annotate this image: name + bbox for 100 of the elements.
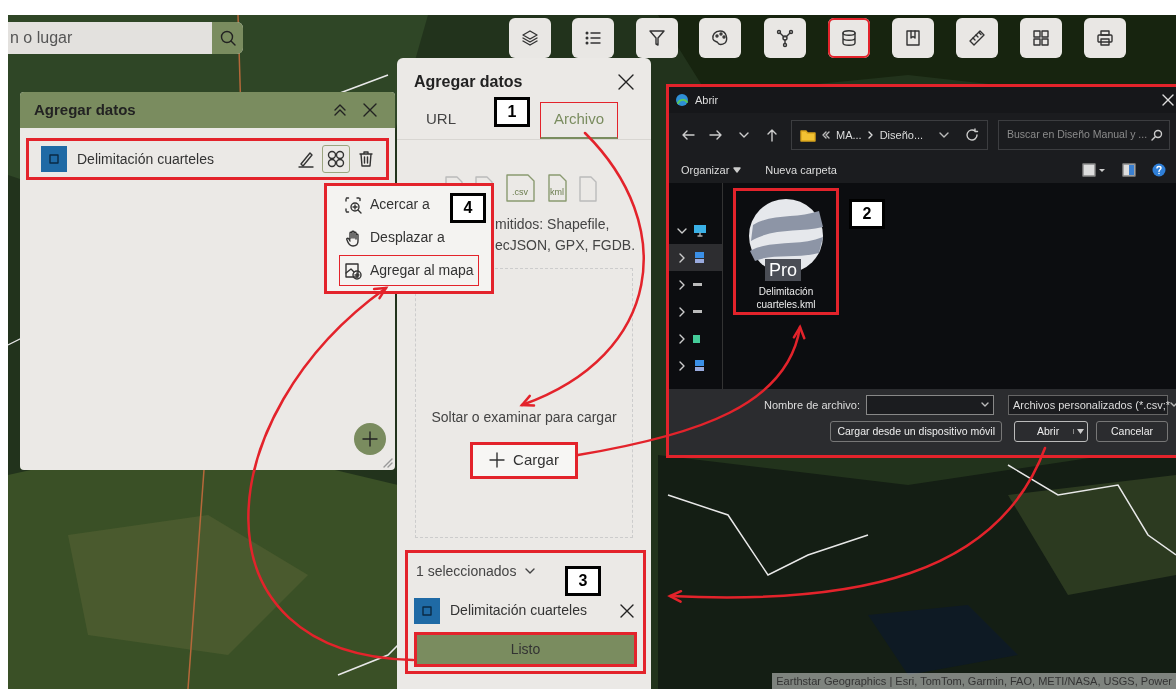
- drive-icon: [693, 250, 707, 265]
- callout-number: 1: [494, 97, 530, 127]
- pro-badge: Pro: [765, 259, 801, 281]
- trash-icon: [356, 149, 376, 169]
- chevron-down-icon: [1170, 402, 1176, 408]
- dropdown-arrow-icon: [733, 167, 742, 173]
- chevron-down-icon: [981, 402, 989, 408]
- supported-formats-text: ecJSON, GPX, FGDB.: [495, 235, 637, 255]
- print-button[interactable]: [1084, 18, 1126, 58]
- cancel-button[interactable]: Cancelar: [1096, 421, 1168, 442]
- folder-icon: [800, 128, 816, 142]
- file-item[interactable]: Pro Delimitación cuarteles.kml: [733, 188, 839, 315]
- add-button[interactable]: [354, 423, 386, 455]
- arrow-left-icon: [681, 128, 695, 142]
- close-icon: [1162, 94, 1174, 106]
- panel-title: Agregar datos: [34, 99, 136, 120]
- search-icon: [218, 29, 237, 47]
- dropdown-arrow-icon: [1077, 429, 1084, 434]
- breadcrumb-item[interactable]: MA...: [836, 126, 862, 144]
- menu-item[interactable]: Acercar a: [339, 189, 435, 220]
- chevron-down-icon: [939, 131, 949, 139]
- monitor-icon: [693, 223, 707, 238]
- search-field[interactable]: n o lugar: [8, 25, 208, 51]
- panel-title: Agregar datos: [414, 72, 523, 92]
- actions-button[interactable]: [322, 145, 350, 173]
- close-button[interactable]: [1160, 92, 1176, 108]
- resize-grip-icon: [383, 458, 393, 468]
- app-icon: [675, 93, 689, 107]
- grid-button[interactable]: [1020, 18, 1062, 58]
- map-attribution: Earthstar Geographics | Esri, TomTom, Garmin, FAO, METI/NASA, USGS, Power: [772, 672, 1176, 689]
- callout-number: 2: [849, 199, 885, 229]
- arrow-right-icon: [709, 128, 723, 142]
- toolbar-button[interactable]: Nueva carpeta: [763, 159, 839, 181]
- selection-dropdown[interactable]: 1 seleccionados: [414, 558, 539, 584]
- plus-icon: [361, 430, 379, 448]
- drive-icon: [693, 358, 707, 373]
- close-icon: [619, 602, 635, 619]
- callout-number: 4: [450, 193, 486, 223]
- file-icon: [578, 175, 598, 202]
- help-icon: [1152, 163, 1166, 177]
- toolbar-button[interactable]: Organizar: [679, 159, 744, 181]
- chevron-right-icon: [677, 306, 687, 317]
- network-icon: [775, 28, 795, 48]
- menu-item[interactable]: Agregar al mapa: [339, 255, 479, 286]
- tab[interactable]: URL: [397, 102, 485, 139]
- bookmark-button[interactable]: [892, 18, 934, 58]
- search-bar[interactable]: n o lugar: [8, 22, 243, 54]
- layer-name: Delimitación cuarteles: [450, 601, 587, 620]
- close-icon: [617, 73, 635, 91]
- filter-icon: [647, 28, 667, 48]
- callout-number: 3: [565, 566, 601, 596]
- print-icon: [1095, 28, 1115, 48]
- filename-field[interactable]: [866, 395, 994, 415]
- four-circles-icon: [325, 148, 347, 170]
- search-box[interactable]: Buscar en Diseño Manual y ...: [998, 120, 1170, 150]
- file-name: Delimitación cuarteles.kml: [755, 285, 817, 311]
- chevron-right-icon: [677, 252, 687, 263]
- chevron-right-icon: [867, 131, 874, 139]
- refresh-icon: [965, 128, 979, 142]
- drive-icon: [693, 283, 702, 286]
- open-button[interactable]: Abrir: [1014, 421, 1088, 442]
- search-field[interactable]: Buscar en Diseño Manual y ...: [1005, 126, 1151, 144]
- file-type-icon: kml: [546, 173, 568, 202]
- add-icon: [344, 261, 362, 280]
- search-icon: [1151, 129, 1163, 141]
- bookmark-icon: [903, 28, 923, 48]
- menu-item[interactable]: Desplazar a: [339, 222, 450, 253]
- drop-instruction: Soltar o examinar para cargar: [431, 408, 617, 427]
- layer-name: Delimitación cuarteles: [77, 149, 214, 169]
- navigation-item[interactable]: [669, 244, 722, 271]
- network-button[interactable]: [764, 18, 806, 58]
- palette-icon: [710, 28, 730, 48]
- chevron-right-icon: [677, 333, 687, 344]
- preview-pane-icon: [1122, 163, 1136, 177]
- zoom-icon: [344, 195, 362, 214]
- filter-button[interactable]: [636, 18, 678, 58]
- pan-icon: [344, 228, 362, 247]
- mobile-upload-button[interactable]: Cargar desde un dispositivo móvil: [830, 421, 1002, 442]
- breadcrumb-item[interactable]: Diseño...: [879, 126, 924, 144]
- ruler-button[interactable]: [956, 18, 998, 58]
- double-chevron-icon: [822, 131, 830, 139]
- layer-item[interactable]: Delimitación cuarteles: [26, 138, 389, 180]
- database-button[interactable]: [828, 18, 870, 58]
- file-type-icon: .csv: [504, 173, 536, 202]
- list-button[interactable]: [572, 18, 614, 58]
- database-icon: [839, 28, 859, 48]
- address-bar[interactable]: MA... Diseño...: [791, 120, 988, 150]
- plus-icon: [489, 452, 506, 469]
- grid-icon: [1031, 28, 1051, 48]
- close-icon: [361, 101, 379, 119]
- chevron-right-icon: [677, 360, 687, 371]
- layers-button[interactable]: [509, 18, 551, 58]
- drive-icon: [693, 334, 700, 343]
- palette-button[interactable]: [699, 18, 741, 58]
- drive-icon: [693, 310, 702, 313]
- dialog-title: Abrir: [695, 92, 719, 108]
- upload-button[interactable]: Cargar: [470, 442, 578, 479]
- view-icon: [1082, 163, 1106, 177]
- chevron-right-icon: [677, 279, 687, 290]
- search-button[interactable]: [212, 22, 243, 54]
